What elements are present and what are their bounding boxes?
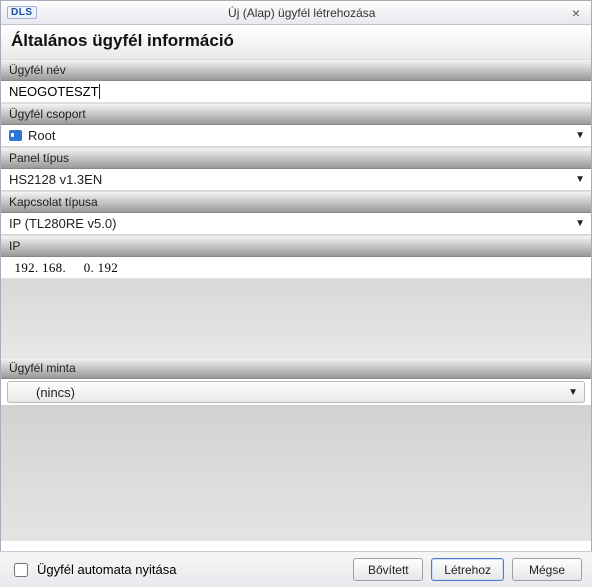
label-ip: IP	[1, 235, 591, 257]
auto-open-wrap[interactable]: Ügyfél automata nyitása	[10, 560, 345, 580]
close-icon[interactable]: ×	[567, 5, 585, 21]
label-panel-type: Panel típus	[1, 147, 591, 169]
panel-type-value: HS2128 v1.3EN	[9, 172, 569, 187]
dropdown-client-group[interactable]: Root ▼	[1, 125, 591, 147]
field-ip[interactable]	[1, 257, 591, 279]
chevron-down-icon: ▼	[569, 130, 585, 141]
auto-open-checkbox[interactable]	[14, 563, 28, 577]
window-title: Új (Alap) ügyfél létrehozása	[37, 6, 568, 20]
label-client-group: Ügyfél csoport	[1, 103, 591, 125]
bottom-bar: Ügyfél automata nyitása Bővített Létreho…	[0, 551, 592, 587]
blank-area-2	[1, 405, 591, 541]
chevron-down-icon: ▼	[569, 174, 585, 185]
title-bar: DLS Új (Alap) ügyfél létrehozása ×	[1, 1, 591, 25]
auto-open-label: Ügyfél automata nyitása	[37, 562, 176, 577]
text-caret	[99, 84, 100, 99]
chevron-down-icon: ▼	[569, 218, 585, 229]
label-client-sample: Ügyfél minta	[1, 357, 591, 379]
blank-area-1	[1, 279, 591, 357]
label-connection-type: Kapcsolat típusa	[1, 191, 591, 213]
connection-type-value: IP (TL280RE v5.0)	[9, 216, 569, 231]
dropdown-client-sample[interactable]: (nincs) ▼	[7, 381, 585, 403]
chevron-down-icon: ▼	[568, 387, 578, 398]
dropdown-panel-type[interactable]: HS2128 v1.3EN ▼	[1, 169, 591, 191]
folder-icon	[9, 130, 22, 141]
client-sample-value: (nincs)	[36, 385, 568, 400]
dropdown-connection-type[interactable]: IP (TL280RE v5.0) ▼	[1, 213, 591, 235]
client-name-value: NEOGOTESZT	[9, 84, 99, 99]
app-logo: DLS	[7, 6, 37, 19]
section-header: Általános ügyfél információ	[1, 25, 591, 59]
field-client-name[interactable]: NEOGOTESZT	[1, 81, 591, 103]
cancel-button[interactable]: Mégse	[512, 558, 582, 581]
advanced-button[interactable]: Bővített	[353, 558, 423, 581]
client-group-value: Root	[28, 128, 569, 143]
create-button[interactable]: Létrehoz	[431, 558, 504, 581]
label-client-name: Ügyfél név	[1, 59, 591, 81]
ip-input[interactable]	[9, 259, 583, 277]
